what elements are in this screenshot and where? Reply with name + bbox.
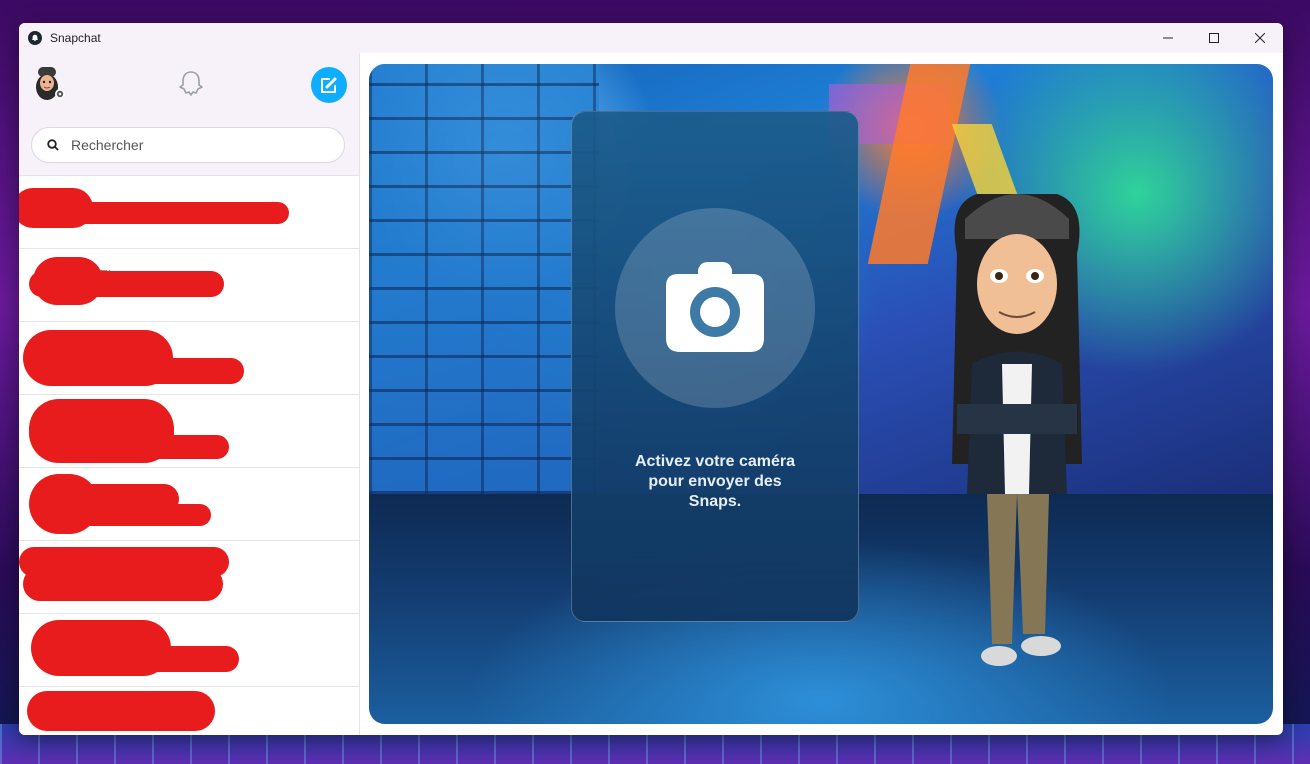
maximize-icon bbox=[1209, 33, 1219, 43]
close-icon bbox=[1255, 33, 1265, 43]
sidebar-header bbox=[19, 53, 359, 116]
chat-list-item[interactable] bbox=[19, 322, 359, 395]
maximize-button[interactable] bbox=[1191, 23, 1237, 53]
redaction-mark bbox=[79, 646, 239, 672]
bitmoji-character bbox=[952, 194, 1082, 666]
chat-list-item[interactable] bbox=[19, 541, 359, 614]
window-title: Snapchat bbox=[50, 31, 101, 45]
camera-view: Activez votre caméra pour envoyer des Sn… bbox=[369, 64, 1273, 724]
chat-list-item[interactable] bbox=[19, 176, 359, 249]
chat-list-item[interactable]: TI bbox=[19, 249, 359, 322]
new-chat-button[interactable] bbox=[311, 67, 347, 103]
brick-wall bbox=[369, 64, 599, 494]
redaction-mark bbox=[23, 567, 223, 601]
redaction-mark bbox=[99, 435, 229, 459]
new-chat-icon bbox=[321, 77, 337, 93]
ghost-icon[interactable] bbox=[176, 69, 206, 99]
camera-permission-card: Activez votre caméra pour envoyer des Sn… bbox=[571, 111, 859, 622]
search-box[interactable] bbox=[31, 127, 345, 163]
title-bar: Snapchat bbox=[19, 23, 1283, 53]
minimize-button[interactable] bbox=[1145, 23, 1191, 53]
sidebar: TI bbox=[19, 53, 360, 735]
chat-list-item[interactable] bbox=[19, 614, 359, 687]
enable-camera-button[interactable] bbox=[615, 208, 815, 408]
camera-icon bbox=[666, 262, 764, 352]
snapchat-window: Snapchat Rechercher Activez votre caméra… bbox=[19, 23, 1283, 735]
camera-prompt-text: Activez votre caméra pour envoyer des Sn… bbox=[634, 453, 796, 510]
search-icon bbox=[47, 139, 59, 151]
search-input[interactable] bbox=[69, 136, 313, 154]
redaction-mark bbox=[19, 202, 289, 224]
redaction-mark bbox=[29, 271, 224, 297]
close-button[interactable] bbox=[1237, 23, 1283, 53]
redaction-mark bbox=[89, 358, 244, 384]
minimize-icon bbox=[1163, 37, 1173, 39]
snapchat-app-icon bbox=[28, 31, 42, 45]
redaction-mark bbox=[79, 504, 211, 526]
avatar-settings-icon bbox=[55, 89, 65, 99]
chat-list-item[interactable] bbox=[19, 395, 359, 468]
redaction-mark bbox=[27, 691, 215, 731]
search-area bbox=[19, 115, 359, 176]
chat-list: TI bbox=[19, 176, 359, 735]
window-controls bbox=[1145, 23, 1283, 53]
profile-avatar[interactable] bbox=[33, 65, 67, 101]
chat-list-item[interactable] bbox=[19, 468, 359, 541]
chat-list-item[interactable] bbox=[19, 687, 359, 735]
